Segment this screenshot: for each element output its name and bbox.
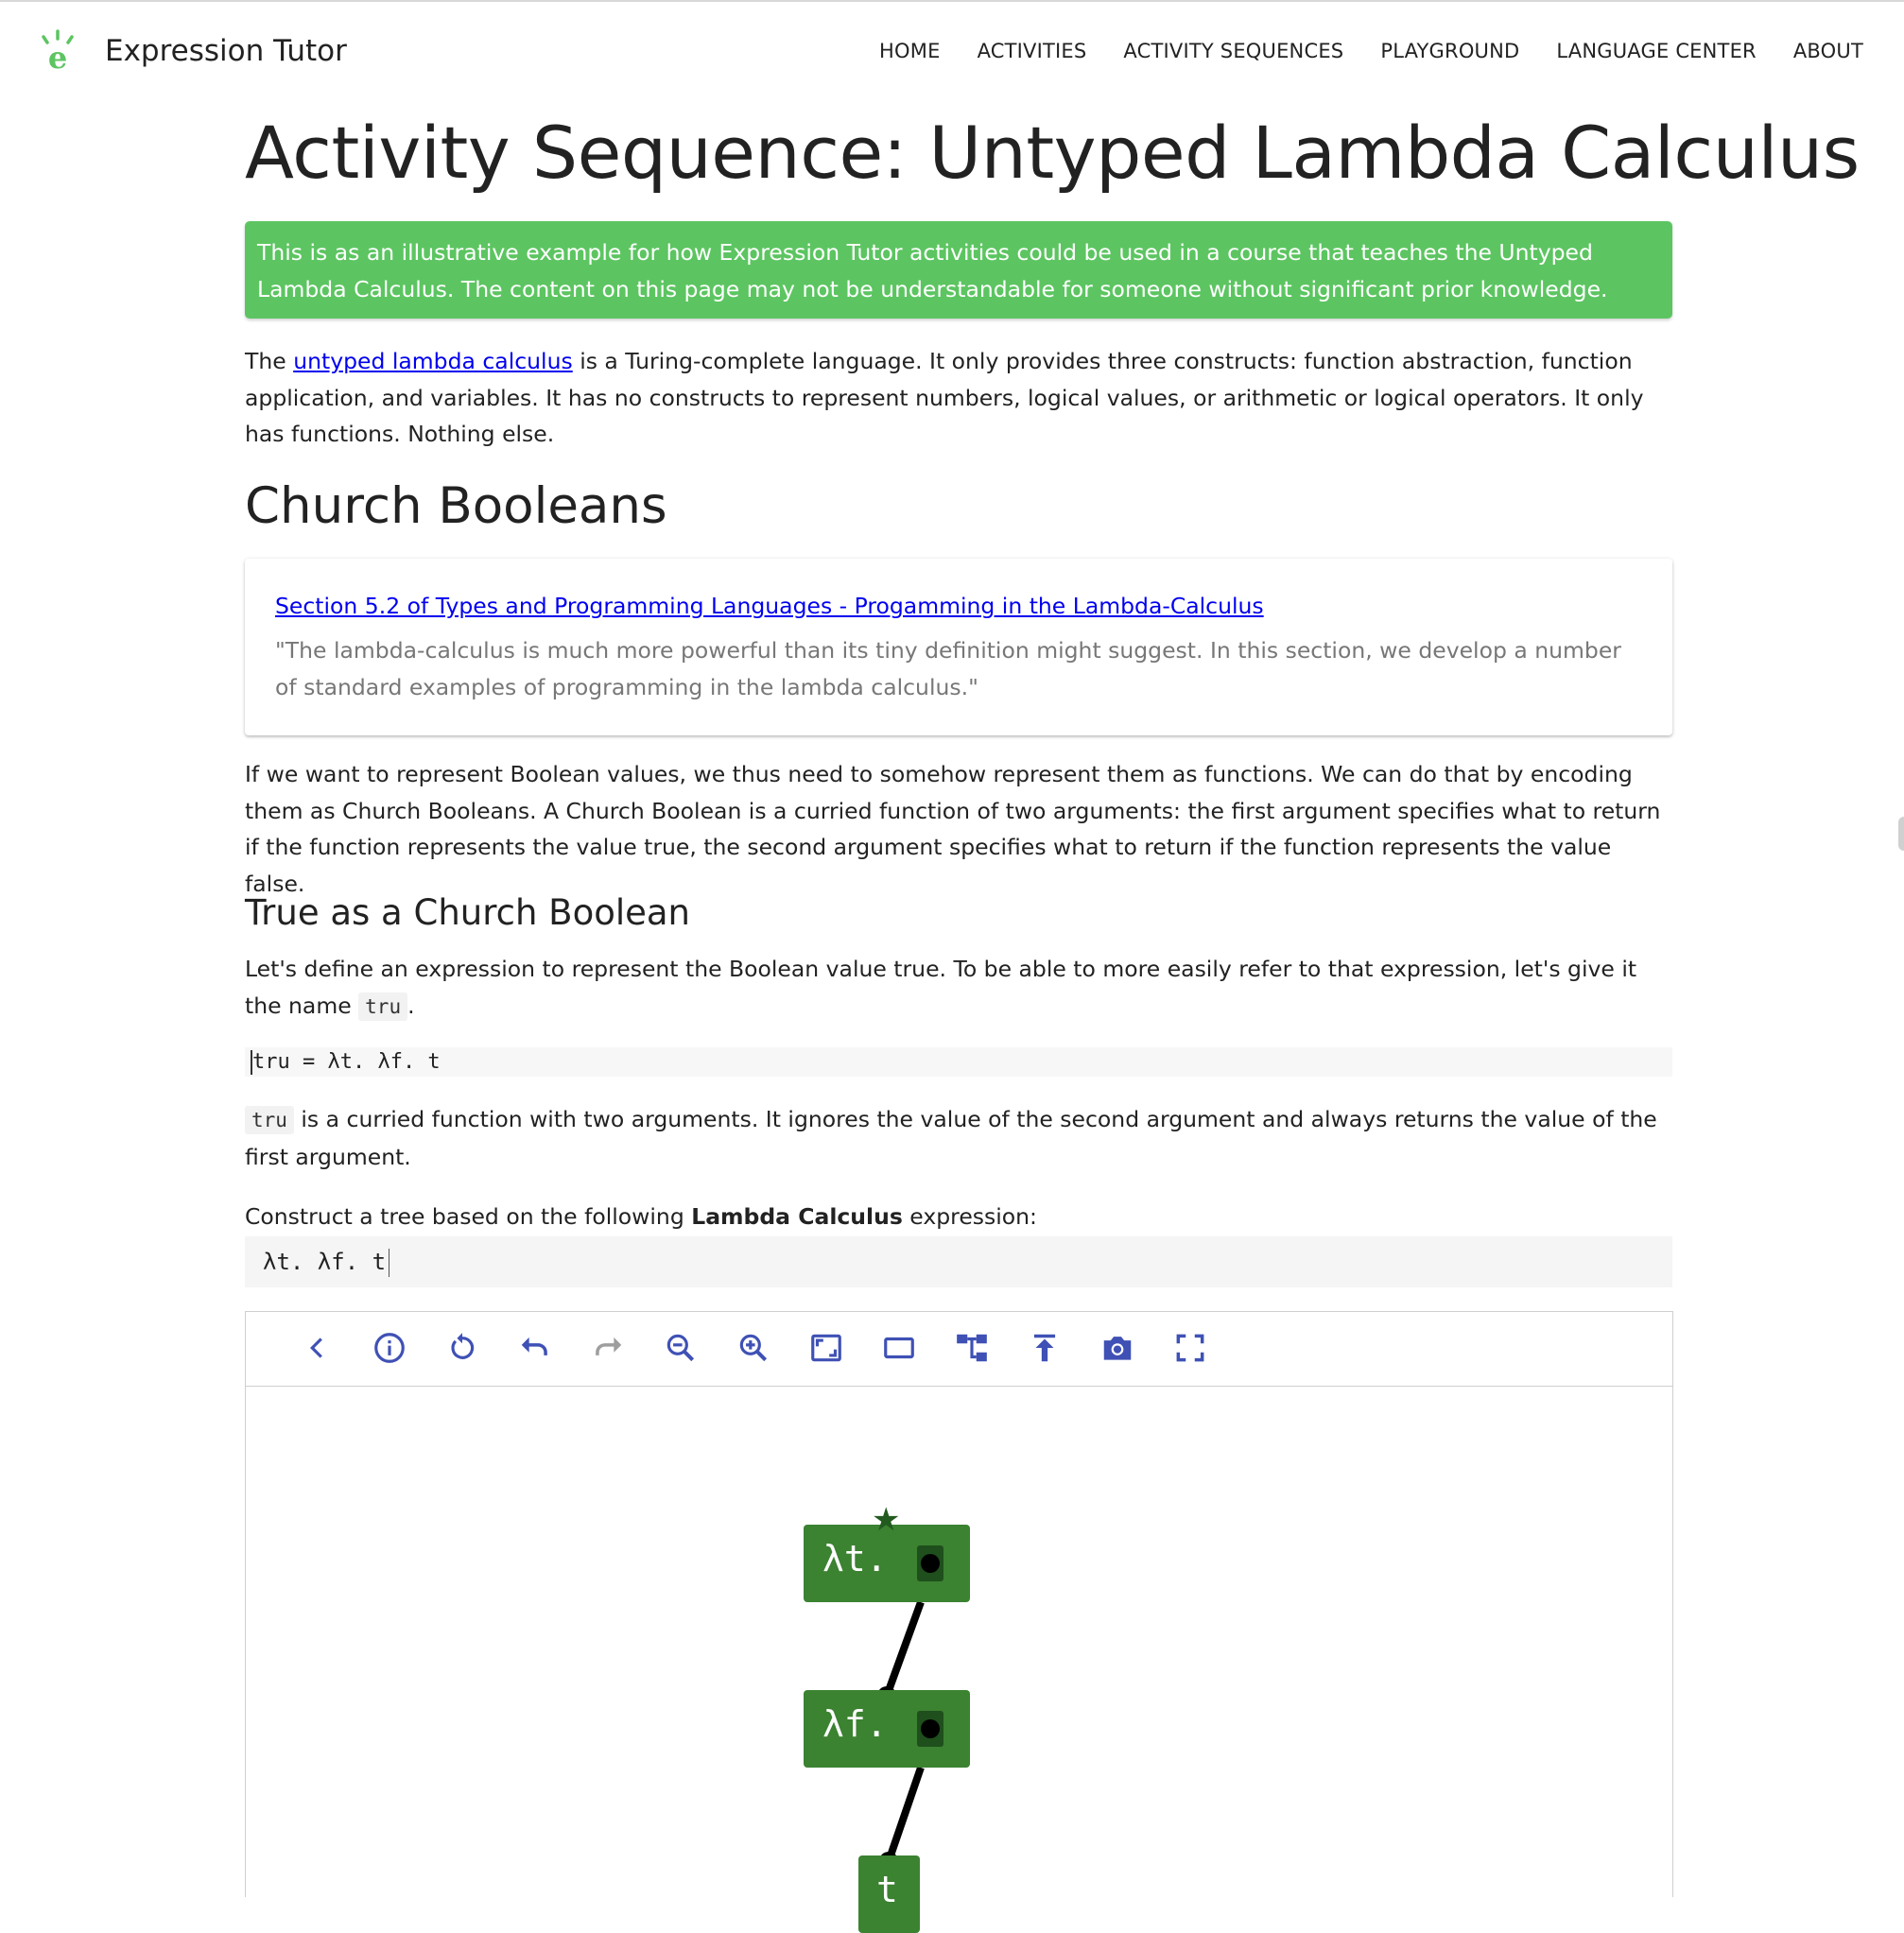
page-title: Activity Sequence: Untyped Lambda Calcul… <box>245 111 1860 195</box>
node-label: λt. <box>822 1538 888 1579</box>
target-expression-text: λt. λf. t <box>263 1249 387 1275</box>
tree-node-t[interactable]: t <box>858 1855 920 1933</box>
redo-icon[interactable] <box>590 1330 626 1366</box>
nav-about[interactable]: ABOUT <box>1793 40 1863 62</box>
task-suffix: expression: <box>902 1203 1037 1230</box>
node-hole[interactable] <box>917 1711 943 1747</box>
tree-node-lambda-f[interactable]: λf. <box>804 1690 970 1768</box>
fullscreen-icon[interactable] <box>1172 1330 1208 1366</box>
info-icon[interactable] <box>372 1330 407 1366</box>
section-heading: Church Booleans <box>245 477 667 535</box>
nav-activity-sequences[interactable]: ACTIVITY SEQUENCES <box>1123 40 1343 62</box>
church-paragraph: If we want to represent Boolean values, … <box>245 761 1661 897</box>
node-label: t <box>876 1869 898 1910</box>
back-icon[interactable] <box>299 1330 335 1366</box>
frame-icon[interactable] <box>881 1330 917 1366</box>
task-prefix: Construct a tree based on the following <box>245 1203 692 1230</box>
intro-prefix: The <box>245 348 294 374</box>
untyped-lambda-calculus-link[interactable]: untyped lambda calculus <box>293 348 573 374</box>
reference-quote: "The lambda-calculus is much more powerf… <box>275 637 1621 700</box>
tree-edges <box>877 1600 925 1871</box>
tru-text: is a curried function with two arguments… <box>245 1106 1657 1170</box>
intro-paragraph: The untyped lambda calculus is a Turing-… <box>245 343 1672 453</box>
svg-text:e: e <box>48 40 67 72</box>
zoom-in-icon[interactable] <box>736 1330 771 1366</box>
camera-icon[interactable] <box>1099 1330 1135 1366</box>
tru-inline-code-2: tru <box>245 1106 294 1134</box>
target-expression[interactable]: λt. λf. t <box>245 1236 1672 1287</box>
zoom-out-icon[interactable] <box>663 1330 699 1366</box>
edge-lambda-f-to-t <box>885 1766 925 1863</box>
edge-lambda-t-to-lambda-f <box>883 1600 925 1698</box>
nav-home[interactable]: HOME <box>879 40 941 62</box>
side-handle[interactable] <box>1898 817 1904 851</box>
nav-language-center[interactable]: LANGUAGE CENTER <box>1556 40 1756 62</box>
define-text: Let's define an expression to represent … <box>245 956 1637 1019</box>
definition-code: tru = λt. λf. t <box>252 1050 441 1074</box>
main-nav: HOME ACTIVITIES ACTIVITY SEQUENCES PLAYG… <box>879 40 1863 62</box>
reset-icon[interactable] <box>444 1330 480 1366</box>
upload-icon[interactable] <box>1027 1330 1063 1366</box>
definition-code-block: tru = λt. λf. t <box>245 1047 1672 1077</box>
root-star-icon: ★ <box>872 1501 901 1539</box>
define-paragraph: Let's define an expression to represent … <box>245 951 1672 1025</box>
reference-link[interactable]: Section 5.2 of Types and Programming Lan… <box>275 588 1642 625</box>
navbar: e Expression Tutor HOME ACTIVITIES ACTIV… <box>0 2 1904 100</box>
tree-canvas[interactable]: λt. ★ λf. t <box>246 1387 1672 1933</box>
fit-icon[interactable] <box>808 1330 844 1366</box>
layout-tree-icon[interactable] <box>954 1330 990 1366</box>
reference-card: Section 5.2 of Types and Programming Lan… <box>245 559 1672 735</box>
node-label: λf. <box>822 1703 888 1745</box>
task-language: Lambda Calculus <box>691 1203 903 1230</box>
editor-toolbar <box>246 1312 1672 1387</box>
task-instruction: Construct a tree based on the following … <box>245 1199 1672 1235</box>
node-hole[interactable] <box>917 1545 943 1581</box>
subsection-heading: True as a Church Boolean <box>245 892 691 933</box>
info-alert: This is as an illustrative example for h… <box>245 221 1672 319</box>
tru-inline-code: tru <box>358 992 408 1021</box>
nav-activities[interactable]: ACTIVITIES <box>978 40 1087 62</box>
undo-icon[interactable] <box>517 1330 553 1366</box>
tru-paragraph: tru is a curried function with two argum… <box>245 1101 1672 1175</box>
app-title[interactable]: Expression Tutor <box>105 34 347 68</box>
nav-playground[interactable]: PLAYGROUND <box>1380 40 1519 62</box>
expression-tutor-logo-icon[interactable]: e <box>38 28 78 76</box>
define-end: . <box>407 992 415 1019</box>
tree-editor: λt. ★ λf. t <box>245 1311 1673 1933</box>
